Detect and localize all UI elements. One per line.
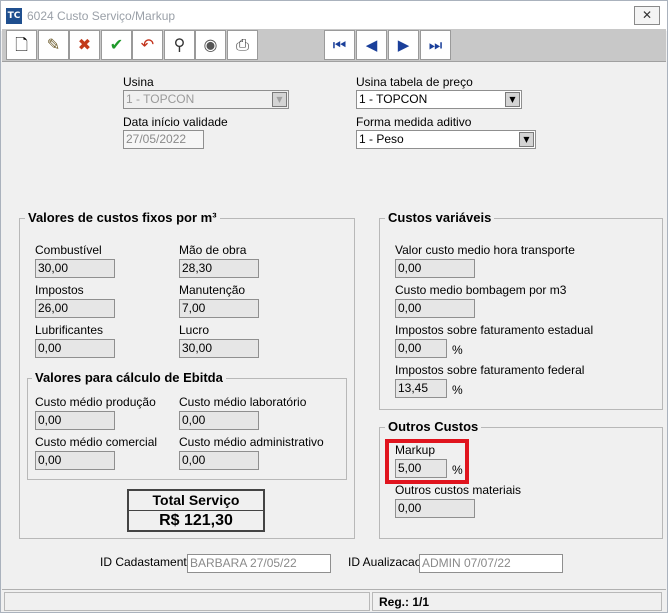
outros-materiais-label: Outros custos materiais — [395, 483, 522, 497]
data-inicio-label: Data início validade — [123, 115, 228, 129]
imposto-federal-label: Impostos sobre faturamento federal — [395, 363, 585, 377]
total-servico-label: Total Serviço — [129, 492, 263, 511]
outros-materiais-field[interactable]: 0,00 — [395, 499, 475, 518]
lubrificantes-label: Lubrificantes — [35, 323, 104, 337]
app-window: TC 6024 Custo Serviço/Markup ✕ 🗋 ✎ ✖ ✔ ↶… — [0, 0, 668, 613]
total-servico-value: R$ 121,30 — [159, 512, 233, 529]
confirm-check-icon[interactable]: ✔ — [101, 30, 132, 60]
manutencao-label: Manutenção — [179, 283, 246, 297]
transporte-label: Valor custo medio hora transporte — [395, 243, 575, 257]
close-button[interactable]: ✕ — [634, 6, 660, 25]
total-servico-box: Total Serviço R$ 121,30 — [127, 489, 265, 532]
transporte-field[interactable]: 0,00 — [395, 259, 475, 278]
print-icon[interactable]: ⎙ — [227, 30, 258, 60]
filter-bowl-icon[interactable]: ◉ — [195, 30, 226, 60]
data-inicio-field[interactable]: 27/05/2022 — [123, 130, 204, 149]
usina-tabela-label: Usina tabela de preço — [356, 75, 473, 89]
imposto-estadual-label: Impostos sobre faturamento estadual — [395, 323, 594, 337]
lubrificantes-field[interactable]: 0,00 — [35, 339, 115, 358]
chevron-down-icon[interactable]: ▼ — [519, 132, 534, 147]
title-bar: TC 6024 Custo Serviço/Markup ✕ — [1, 1, 667, 31]
custo-laboratorio-field[interactable]: 0,00 — [179, 411, 259, 430]
impostos-label: Impostos — [35, 283, 84, 297]
lucro-field[interactable]: 30,00 — [179, 339, 259, 358]
chevron-down-icon[interactable]: ▼ — [272, 92, 287, 107]
status-cell-message — [4, 592, 370, 611]
next-record-icon[interactable]: ▶ — [388, 30, 419, 60]
record-counter: Reg.: 1/1 — [379, 595, 430, 609]
imposto-estadual-percent: % — [452, 343, 463, 357]
new-document-icon[interactable]: 🗋 — [6, 30, 37, 60]
imposto-federal-field[interactable]: 13,45 — [395, 379, 447, 398]
custos-fixos-title: Valores de custos fixos por m³ — [25, 210, 220, 225]
status-bar: Reg.: 1/1 — [2, 589, 666, 612]
combustivel-label: Combustível — [35, 243, 102, 257]
mao-de-obra-label: Mão de obra — [179, 243, 247, 257]
id-cadastro-field[interactable]: BARBARA 27/05/22 — [187, 554, 331, 573]
custos-variaveis-title: Custos variáveis — [385, 210, 495, 225]
bombagem-label: Custo medio bombagem por m3 — [395, 283, 567, 297]
impostos-field[interactable]: 26,00 — [35, 299, 115, 318]
custo-producao-field[interactable]: 0,00 — [35, 411, 115, 430]
delete-eraser-icon[interactable]: ✖ — [69, 30, 100, 60]
usina-tabela-select-value: 1 - TOPCON — [359, 92, 428, 106]
custo-comercial-label: Custo médio comercial — [35, 435, 158, 449]
undo-arrow-icon[interactable]: ↶ — [132, 30, 163, 60]
forma-medida-select[interactable]: 1 - Peso ▼ — [356, 130, 536, 149]
combustivel-field[interactable]: 30,00 — [35, 259, 115, 278]
custo-producao-label: Custo médio produção — [35, 395, 156, 409]
custo-administrativo-label: Custo médio administrativo — [179, 435, 324, 449]
edit-pencil-icon[interactable]: ✎ — [38, 30, 69, 60]
lucro-label: Lucro — [179, 323, 210, 337]
imposto-federal-percent: % — [452, 383, 463, 397]
id-cadastro-label: ID Cadastamento — [100, 555, 194, 569]
markup-highlight-box — [385, 439, 469, 484]
prev-record-icon[interactable]: ◀ — [356, 30, 387, 60]
chevron-down-icon[interactable]: ▼ — [505, 92, 520, 107]
custo-laboratorio-label: Custo médio laboratório — [179, 395, 307, 409]
first-record-icon[interactable]: ⏮ — [324, 30, 355, 60]
window-title: 6024 Custo Serviço/Markup — [27, 9, 176, 23]
usina-tabela-select[interactable]: 1 - TOPCON ▼ — [356, 90, 522, 109]
id-atualizacao-field[interactable]: ADMIN 07/07/22 — [419, 554, 563, 573]
usina-select-value: 1 - TOPCON — [126, 92, 195, 106]
imposto-estadual-field[interactable]: 0,00 — [395, 339, 447, 358]
manutencao-field[interactable]: 7,00 — [179, 299, 259, 318]
forma-medida-label: Forma medida aditivo — [356, 115, 472, 129]
toolbar: 🗋 ✎ ✖ ✔ ↶ ⚲ ◉ ⎙ ⏮ ◀ ▶ ⏭ — [2, 29, 666, 62]
outros-custos-title: Outros Custos — [385, 419, 482, 434]
ebitda-title: Valores para cálculo de Ebitda — [32, 370, 226, 385]
custo-comercial-field[interactable]: 0,00 — [35, 451, 115, 470]
custo-administrativo-field[interactable]: 0,00 — [179, 451, 259, 470]
bombagem-field[interactable]: 0,00 — [395, 299, 475, 318]
usina-label: Usina — [123, 75, 154, 89]
last-record-icon[interactable]: ⏭ — [420, 30, 451, 60]
search-binoculars-icon[interactable]: ⚲ — [164, 30, 195, 60]
usina-select[interactable]: 1 - TOPCON ▼ — [123, 90, 289, 109]
mao-de-obra-field[interactable]: 28,30 — [179, 259, 259, 278]
id-atualizacao-label: ID Aualizacao — [348, 555, 422, 569]
app-logo-icon: TC — [6, 8, 22, 24]
forma-medida-select-value: 1 - Peso — [359, 132, 404, 146]
